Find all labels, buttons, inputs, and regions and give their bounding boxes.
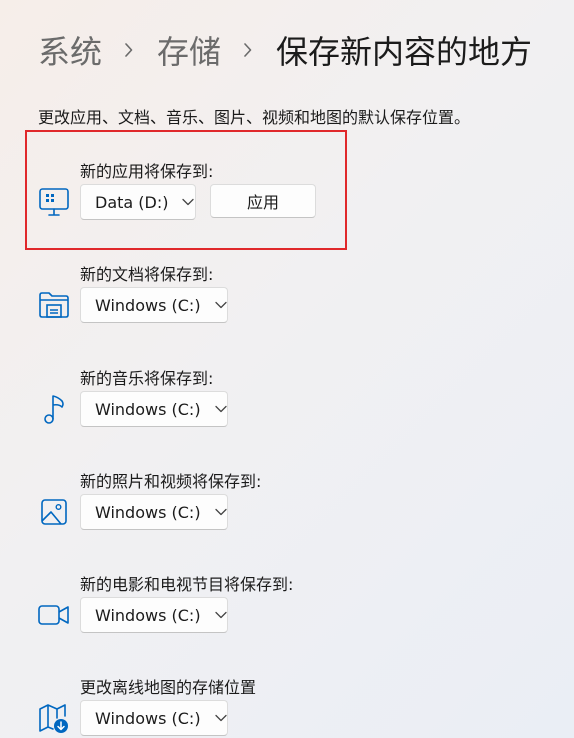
documents-location-value: Windows (C:) [95,295,201,315]
page-description: 更改应用、文档、音乐、图片、视频和地图的默认保存位置。 [38,108,471,127]
section-music: 新的音乐将保存到: Windows (C:) [0,365,574,455]
breadcrumb-item-system[interactable]: 系统 [38,27,102,73]
chevron-right-icon [124,43,133,57]
photos-location-value: Windows (C:) [95,502,201,522]
chevron-down-icon [214,714,227,722]
documents-location-dropdown[interactable]: Windows (C:) [80,287,228,323]
video-camera-icon [36,597,72,633]
apply-button[interactable]: 应用 [210,184,316,218]
image-icon [36,494,72,530]
chevron-down-icon [182,198,195,206]
music-save-label: 新的音乐将保存到: [80,369,214,388]
chevron-down-icon [214,301,227,309]
chevron-down-icon [214,405,227,413]
chevron-down-icon [214,508,227,516]
section-documents: 新的文档将保存到: Windows (C:) [0,261,574,351]
map-download-icon [36,700,72,736]
music-location-value: Windows (C:) [95,399,201,419]
movies-location-dropdown[interactable]: Windows (C:) [80,597,228,633]
movies-location-value: Windows (C:) [95,605,201,625]
page-title: 保存新内容的地方 [276,33,533,71]
chevron-down-icon [214,611,227,619]
breadcrumb-item-storage[interactable]: 存储 [157,27,221,73]
music-note-icon [36,391,72,427]
photos-save-label: 新的照片和视频将保存到: [80,472,262,491]
apps-location-dropdown[interactable]: Data (D:) [80,184,196,220]
section-offline-maps: 更改离线地图的存储位置 Windows (C:) [0,674,574,738]
folder-document-icon [36,287,72,323]
breadcrumb: 系统 存储 保存新内容的地方 [38,24,532,76]
music-location-dropdown[interactable]: Windows (C:) [80,391,228,427]
apps-monitor-icon [36,184,72,220]
apps-save-label: 新的应用将保存到: [80,162,214,181]
maps-location-dropdown[interactable]: Windows (C:) [80,700,228,736]
maps-location-value: Windows (C:) [95,708,201,728]
section-movies: 新的电影和电视节目将保存到: Windows (C:) [0,571,574,661]
chevron-right-icon [243,43,252,57]
apps-location-value: Data (D:) [95,192,169,212]
maps-storage-label: 更改离线地图的存储位置 [80,678,257,697]
section-apps: 新的应用将保存到: Data (D:) 应用 [0,158,574,248]
documents-save-label: 新的文档将保存到: [80,265,214,284]
section-photos: 新的照片和视频将保存到: Windows (C:) [0,468,574,558]
movies-save-label: 新的电影和电视节目将保存到: [80,575,294,594]
photos-location-dropdown[interactable]: Windows (C:) [80,494,228,530]
